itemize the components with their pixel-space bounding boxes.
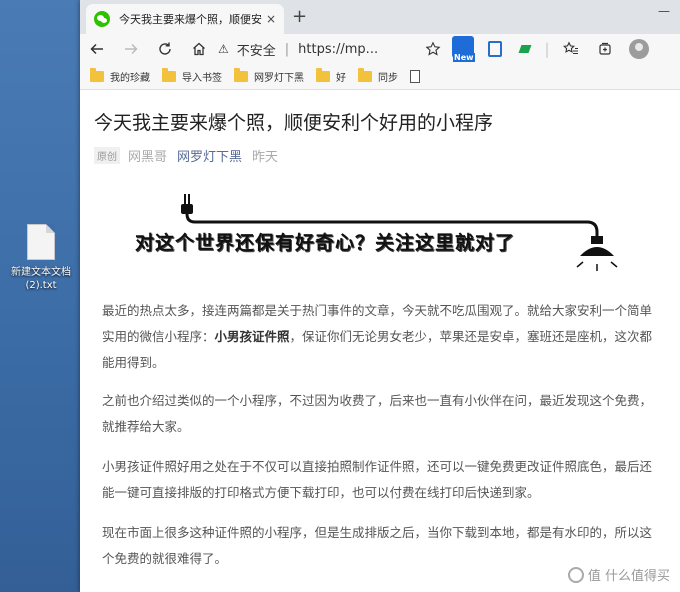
tab-title: 今天我主要来爆个照，顺便安利 xyxy=(119,13,262,26)
back-arrow-icon xyxy=(90,43,103,55)
paragraph: 最近的热点太多，接连两篇都是关于热门事件的文章，今天就不吃瓜围观了。就给大家安利… xyxy=(102,298,662,376)
new-tab-button[interactable]: + xyxy=(292,6,307,27)
warning-icon: ⚠ xyxy=(218,42,229,56)
desktop: 新建文本文档 (2).txt xyxy=(0,0,80,592)
author-name: 网黑哥 xyxy=(128,150,168,165)
bookmark-item[interactable]: 好 xyxy=(316,68,346,84)
bookmark-label: 网罗灯下黑 xyxy=(254,73,304,84)
text-file-icon xyxy=(27,224,55,260)
bookmark-item[interactable]: 同步 xyxy=(358,68,398,84)
banner-text: 对这个世界还保有好奇心？关注这里就对了 xyxy=(135,232,516,254)
address-bar[interactable]: ⚠ 不安全 | https://mp... xyxy=(216,36,416,62)
paragraph: 之前也介绍过类似的一个小程序，不过因为收费了，后来也一直有小伙伴在问，最近发现这… xyxy=(102,393,653,434)
extension-new-label: New xyxy=(453,53,475,62)
avatar xyxy=(629,39,649,59)
refresh-button[interactable] xyxy=(148,34,182,64)
url-text: https://mp... xyxy=(298,41,379,57)
collections-icon xyxy=(599,42,611,55)
browser-window: 今天我主要来爆个照，顺便安利 × + — ⚠ 不安全 | https://mp.… xyxy=(80,0,680,592)
extension-blue-icon xyxy=(488,41,502,57)
star-icon xyxy=(425,41,441,56)
folder-icon xyxy=(162,68,176,82)
watermark: 值 什么值得买 xyxy=(567,565,670,584)
folder-icon xyxy=(316,68,330,82)
bookmarks-bar: 我的珍藏 导入书签 网罗灯下黑 好 同步 xyxy=(80,64,680,90)
bookmark-item[interactable] xyxy=(410,70,426,83)
bookmark-item[interactable]: 网罗灯下黑 xyxy=(234,68,304,84)
tab-close-icon[interactable]: × xyxy=(266,12,276,26)
back-button[interactable] xyxy=(80,34,114,64)
watermark-text: 值 什么值得买 xyxy=(587,569,670,584)
folder-icon xyxy=(234,68,248,82)
home-icon xyxy=(193,42,205,56)
folder-icon xyxy=(358,68,372,82)
favorites-button[interactable] xyxy=(554,34,588,64)
account-link[interactable]: 网罗灯下黑 xyxy=(177,146,242,165)
folder-icon xyxy=(90,68,104,82)
refresh-icon xyxy=(159,42,171,55)
favorite-button[interactable] xyxy=(416,34,450,64)
extension-green-button[interactable] xyxy=(510,34,540,64)
bookmark-label: 好 xyxy=(336,73,346,84)
article-title: 今天我主要来爆个照，顺便安利个好用的小程序 xyxy=(94,112,494,134)
paragraph: 小男孩证件照好用之处在于不仅可以直接拍照制作证件照，还可以一键免费更改证件照底色… xyxy=(102,459,653,500)
collections-button[interactable] xyxy=(588,34,622,64)
forward-button[interactable] xyxy=(114,34,148,64)
bookmark-label: 导入书签 xyxy=(182,73,222,84)
bookmark-label: 我的珍藏 xyxy=(110,73,150,84)
publish-time: 昨天 xyxy=(252,150,279,165)
address-separator: | xyxy=(284,41,290,57)
profile-button[interactable] xyxy=(622,34,656,64)
article-meta: 原创 网黑哥 网罗灯下黑 昨天 xyxy=(94,146,278,165)
article-content: 今天我主要来爆个照，顺便安利个好用的小程序 原创 网黑哥 网罗灯下黑 昨天 对这… xyxy=(80,90,680,592)
bookmark-label: 同步 xyxy=(378,73,398,84)
title-bar: 今天我主要来爆个照，顺便安利 × + — xyxy=(80,0,680,34)
active-tab[interactable]: 今天我主要来爆个照，顺便安利 × xyxy=(86,4,284,34)
home-button[interactable] xyxy=(182,34,216,64)
banner-image: 对这个世界还保有好奇心？关注这里就对了 xyxy=(125,184,635,284)
desktop-file-label: 新建文本文档 (2).txt xyxy=(11,267,71,291)
page-icon xyxy=(410,70,420,83)
forward-arrow-icon xyxy=(125,43,138,55)
minimize-button[interactable]: — xyxy=(658,4,670,18)
desktop-file[interactable]: 新建文本文档 (2).txt xyxy=(8,224,74,292)
favorites-list-icon xyxy=(563,41,578,55)
extension-green-icon xyxy=(518,45,532,53)
divider: | xyxy=(544,40,550,58)
original-badge: 原创 xyxy=(94,147,120,164)
paragraph-bold: 小男孩证件照 xyxy=(214,329,290,344)
extension-new-button[interactable]: New xyxy=(450,34,480,64)
security-label: 不安全 xyxy=(236,43,276,59)
extension-blue-button[interactable] xyxy=(480,34,510,64)
bookmark-item[interactable]: 导入书签 xyxy=(162,68,222,84)
bookmark-item[interactable]: 我的珍藏 xyxy=(90,68,150,84)
wechat-icon xyxy=(94,11,110,27)
toolbar: ⚠ 不安全 | https://mp... New | xyxy=(80,34,680,64)
watermark-logo-icon xyxy=(567,566,584,583)
